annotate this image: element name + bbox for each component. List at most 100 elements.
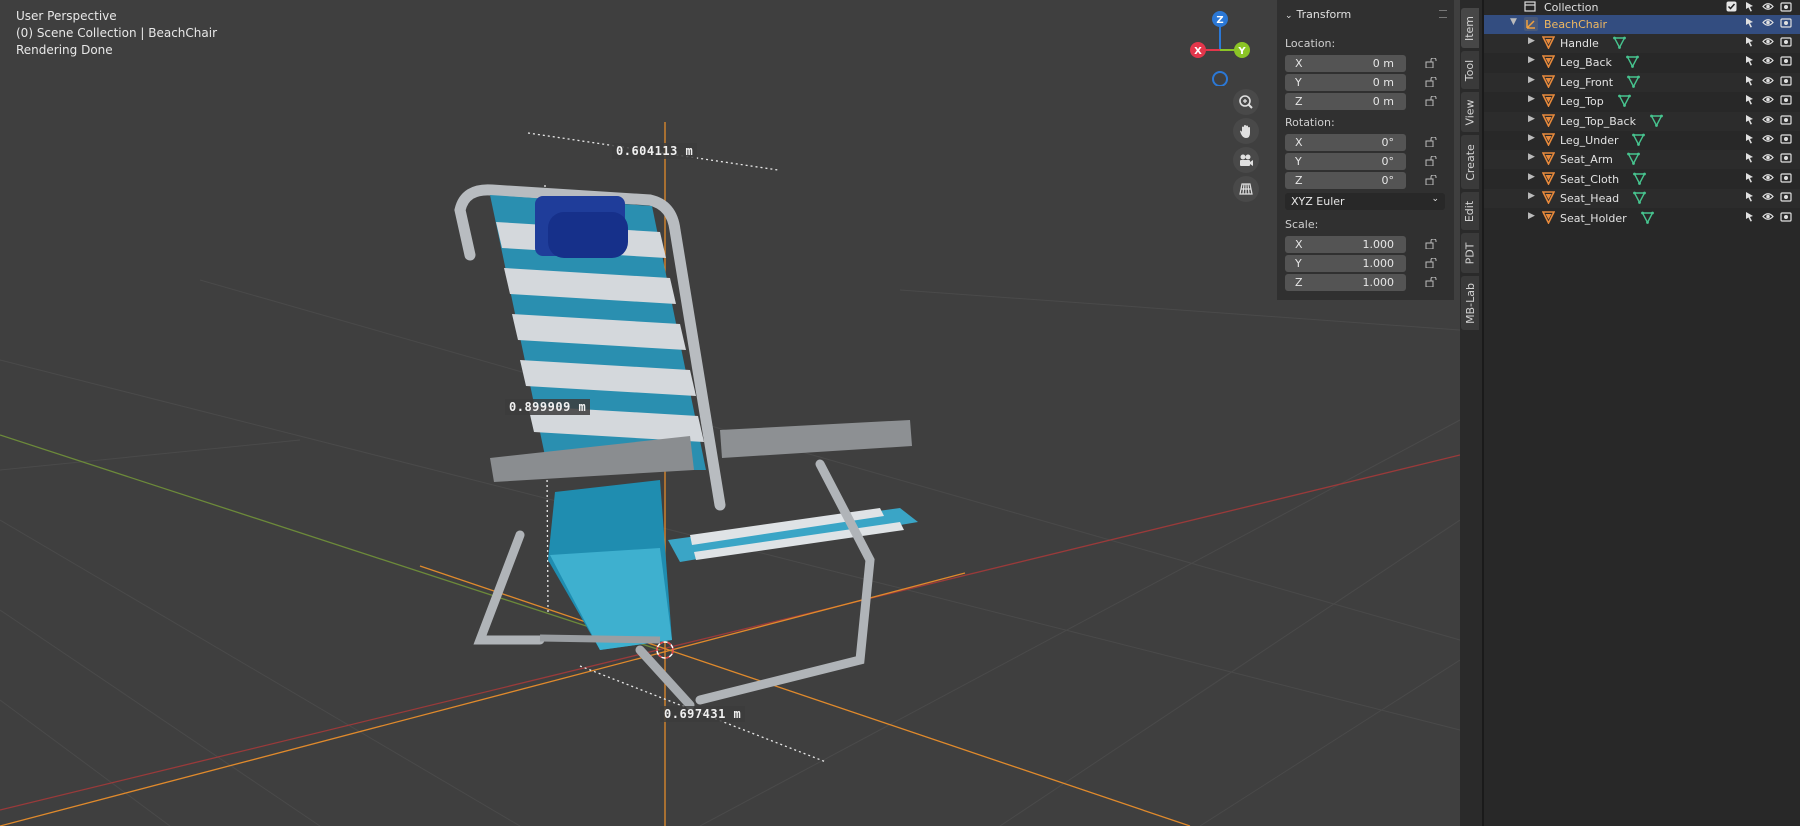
render-camera-icon[interactable] [1780,94,1792,108]
grid-icon[interactable] [1233,176,1259,202]
render-camera-icon[interactable] [1780,152,1792,166]
outliner-child-row[interactable]: ▶ Leg_Under [1484,131,1800,150]
eye-icon[interactable] [1762,152,1774,166]
expand-right-icon[interactable]: ▶ [1528,172,1535,182]
select-arrow-icon[interactable] [1744,55,1755,69]
outliner-child-row[interactable]: ▶ Seat_Head [1484,189,1800,209]
mesh-data-icon[interactable] [1613,36,1626,52]
select-arrow-icon[interactable] [1744,17,1755,31]
eye-icon[interactable] [1762,75,1774,89]
select-arrow-icon[interactable] [1744,211,1755,225]
lock-icon[interactable] [1425,175,1437,185]
rotation-y-field[interactable]: Y 0° [1285,153,1406,170]
rotation-mode-select[interactable]: XYZ Euler ⌄ [1285,193,1445,210]
select-arrow-icon[interactable] [1744,191,1755,205]
location-x-field[interactable]: X0 m [1285,55,1406,72]
tab-edit[interactable]: Edit [1461,192,1479,230]
expand-right-icon[interactable]: ▶ [1528,191,1535,201]
camera-icon[interactable] [1233,147,1259,173]
eye-icon[interactable] [1762,94,1774,108]
expand-right-icon[interactable]: ▶ [1528,152,1535,162]
rotation-x-field[interactable]: X 0° [1285,134,1406,151]
lock-icon[interactable] [1425,239,1437,249]
tab-mb-lab[interactable]: MB-Lab [1461,276,1479,330]
mesh-data-icon[interactable] [1627,75,1640,91]
lock-icon[interactable] [1425,258,1437,268]
lock-icon[interactable] [1425,77,1437,87]
eye-icon[interactable] [1762,133,1774,147]
select-arrow-icon[interactable] [1744,36,1755,50]
render-camera-icon[interactable] [1780,114,1792,128]
outliner-child-row[interactable]: ▶ Leg_Top_Back [1484,111,1800,131]
select-arrow-icon[interactable] [1744,1,1755,15]
mesh-data-icon[interactable] [1627,152,1640,168]
eye-icon[interactable] [1762,211,1774,225]
eye-icon[interactable] [1762,191,1774,205]
render-camera-icon[interactable] [1780,17,1792,31]
lock-icon[interactable] [1425,137,1437,147]
outliner-child-row[interactable]: ▶ Leg_Back [1484,53,1800,72]
expand-right-icon[interactable]: ▶ [1528,211,1535,221]
expand-right-icon[interactable]: ▶ [1528,133,1535,143]
lock-icon[interactable] [1425,156,1437,166]
mesh-data-icon[interactable] [1650,114,1663,130]
checkbox-icon[interactable] [1726,1,1737,15]
eye-icon[interactable] [1762,55,1774,69]
navigation-gizmo[interactable]: Z X Y [1182,6,1252,86]
rotation-z-field[interactable]: Z 0° [1285,172,1406,189]
select-arrow-icon[interactable] [1744,152,1755,166]
render-camera-icon[interactable] [1780,133,1792,147]
render-camera-icon[interactable] [1780,191,1792,205]
mesh-data-icon[interactable] [1641,211,1654,227]
lock-icon[interactable] [1425,277,1437,287]
eye-icon[interactable] [1762,17,1774,31]
outliner-beachchair-row[interactable]: ▼ BeachChair [1484,15,1800,34]
outliner-child-row[interactable]: ▶ Seat_Holder [1484,209,1800,228]
location-y-field[interactable]: Y0 m [1285,74,1406,91]
render-camera-icon[interactable] [1780,75,1792,89]
outliner-child-row[interactable]: ▶ Leg_Front [1484,72,1800,92]
transform-header[interactable]: ⌄ Transform [1285,8,1351,21]
hand-icon[interactable] [1233,118,1259,144]
expand-down-icon[interactable]: ▼ [1510,17,1517,27]
render-camera-icon[interactable] [1780,211,1792,225]
select-arrow-icon[interactable] [1744,114,1755,128]
scale-x-field[interactable]: X 1.000 [1285,236,1406,253]
eye-icon[interactable] [1762,172,1774,186]
select-arrow-icon[interactable] [1744,133,1755,147]
lock-icon[interactable] [1425,96,1437,106]
zoom-icon[interactable] [1233,89,1259,115]
expand-right-icon[interactable]: ▶ [1528,114,1535,124]
tab-item[interactable]: Item [1461,8,1479,48]
lock-icon[interactable] [1425,58,1437,68]
eye-icon[interactable] [1762,114,1774,128]
outliner-child-row[interactable]: ▶ Seat_Arm [1484,150,1800,170]
location-z-field[interactable]: Z0 m [1285,93,1406,110]
tab-create[interactable]: Create [1461,135,1479,189]
select-arrow-icon[interactable] [1744,75,1755,89]
select-arrow-icon[interactable] [1744,172,1755,186]
mesh-data-icon[interactable] [1633,191,1646,207]
mesh-data-icon[interactable] [1618,94,1631,110]
expand-right-icon[interactable]: ▶ [1528,55,1535,65]
outliner-collection-row[interactable]: Collection [1484,0,1800,15]
expand-right-icon[interactable]: ▶ [1528,75,1535,85]
eye-icon[interactable] [1762,36,1774,50]
tab-pdt[interactable]: PDT [1461,233,1479,273]
expand-right-icon[interactable]: ▶ [1528,94,1535,104]
eye-icon[interactable] [1762,1,1774,15]
tab-tool[interactable]: Tool [1461,51,1479,89]
mesh-data-icon[interactable] [1632,133,1645,149]
mesh-data-icon[interactable] [1626,55,1639,71]
tab-view[interactable]: View [1461,92,1479,132]
3d-viewport[interactable]: User Perspective (0) Scene Collection | … [0,0,1460,826]
mesh-data-icon[interactable] [1633,172,1646,188]
render-camera-icon[interactable] [1780,55,1792,69]
select-arrow-icon[interactable] [1744,94,1755,108]
render-camera-icon[interactable] [1780,36,1792,50]
scale-y-field[interactable]: Y 1.000 [1285,255,1406,272]
outliner-child-row[interactable]: ▶ Handle [1484,34,1800,53]
scale-z-field[interactable]: Z 1.000 [1285,274,1406,291]
render-camera-icon[interactable] [1780,1,1792,15]
drag-handle-icon[interactable] [1439,10,1447,18]
